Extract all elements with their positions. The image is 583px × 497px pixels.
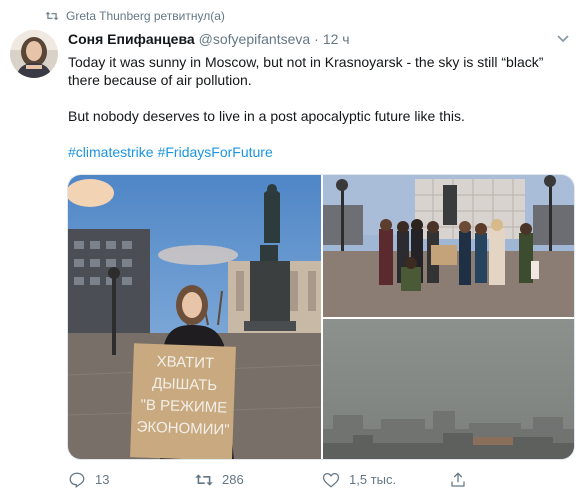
- author-display-name[interactable]: Соня Епифанцева: [68, 30, 195, 48]
- sign-text-line: ХВАТИТ: [156, 353, 214, 372]
- retweet-count: 286: [222, 472, 244, 487]
- share-icon: [448, 470, 468, 490]
- hashtag-link[interactable]: #climatestrike: [68, 144, 154, 160]
- tweet-actions: 13 286 1,5 тыс.: [67, 470, 575, 490]
- like-button[interactable]: 1,5 тыс.: [321, 470, 448, 490]
- author-handle[interactable]: @sofyepifantseva: [199, 30, 311, 48]
- retweet-icon: [194, 470, 214, 490]
- photo-woman-with-sign[interactable]: ХВАТИТ ДЫШАТЬ "В РЕЖИМЕ ЭКОНОМИИ": [68, 175, 321, 459]
- tweet-timestamp[interactable]: 12 ч: [323, 30, 350, 48]
- reply-button[interactable]: 13: [67, 470, 194, 490]
- sign-text-line: ДЫШАТЬ: [152, 375, 218, 394]
- hashtags: #climatestrike #FridaysForFuture: [68, 143, 578, 161]
- chevron-down-icon[interactable]: [555, 30, 571, 46]
- tweet-text-line: there because of air pollution.: [68, 72, 252, 88]
- retweet-note[interactable]: Greta Thunberg ретвитнул(а): [44, 8, 225, 24]
- share-button[interactable]: [448, 470, 575, 490]
- retweet-button[interactable]: 286: [194, 470, 321, 490]
- tweet-header: Соня Епифанцева @sofyepifantseva · 12 ч: [68, 30, 350, 48]
- photo-group-protest[interactable]: [323, 175, 574, 317]
- sign-text-line: "В РЕЖИМЕ: [140, 397, 227, 417]
- sign-text-line: ЭКОНОМИИ": [136, 418, 229, 438]
- media-grid: ХВАТИТ ДЫШАТЬ "В РЕЖИМЕ ЭКОНОМИИ": [67, 174, 575, 460]
- reply-count: 13: [95, 472, 110, 487]
- avatar[interactable]: [10, 30, 58, 78]
- photo-smog-city[interactable]: [323, 319, 574, 459]
- retweet-icon: [44, 8, 60, 24]
- tweet-text-line: Today it was sunny in Moscow, but not in…: [68, 54, 544, 70]
- like-count: 1,5 тыс.: [349, 472, 397, 487]
- tweet-text: Today it was sunny in Moscow, but not in…: [68, 53, 578, 161]
- heart-icon: [321, 470, 341, 490]
- hashtag-link[interactable]: #FridaysForFuture: [158, 144, 273, 160]
- reply-icon: [67, 470, 87, 490]
- retweet-note-text: Greta Thunberg ретвитнул(а): [66, 9, 225, 23]
- tweet-text-line: But nobody deserves to live in a post ap…: [68, 108, 465, 124]
- separator-dot: ·: [314, 31, 319, 47]
